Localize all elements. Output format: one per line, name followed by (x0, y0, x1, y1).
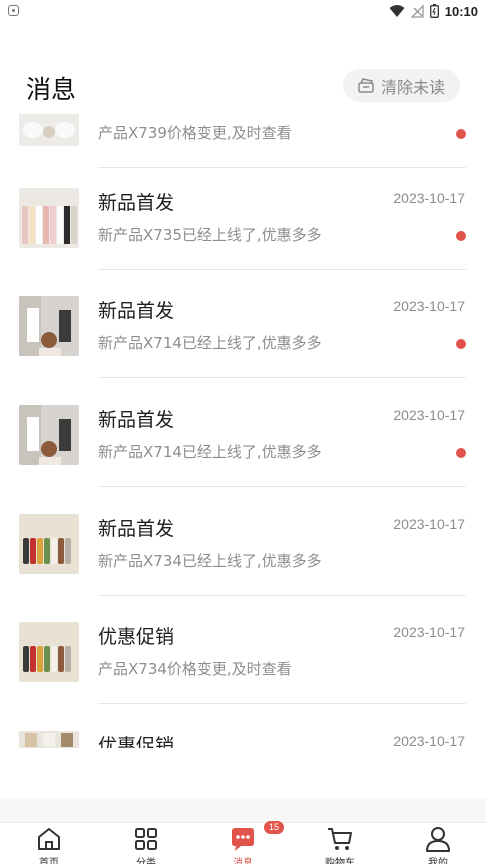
unread-dot (456, 339, 466, 349)
cart-icon (328, 828, 352, 850)
message-title: 新品首发 (98, 300, 175, 322)
message-desc: 产品X739价格变更,及时查看 (98, 124, 292, 142)
clear-unread-label: 清除未读 (381, 77, 446, 97)
message-title: 新品首发 (98, 192, 175, 214)
message-title: 新品首发 (98, 518, 175, 540)
status-icons: 10:10 (389, 3, 478, 19)
message-list[interactable]: 产品X739价格变更,及时查看 新品首发 2023-10-17 新产品X735已… (0, 114, 486, 748)
product-thumbnail (19, 188, 79, 248)
product-thumbnail (19, 405, 79, 465)
sock-image-icon (23, 538, 71, 564)
message-desc: 新产品X735已经上线了,优惠多多 (98, 226, 322, 244)
unread-dot (456, 129, 466, 139)
grid-icon (135, 828, 157, 850)
tab-profile[interactable]: 我的 (408, 823, 468, 864)
unread-dot (456, 448, 466, 458)
message-desc: 新产品X734已经上线了,优惠多多 (98, 552, 322, 570)
sock-image-icon (23, 122, 75, 138)
message-item[interactable]: 新品首发 2023-10-17 新产品X734已经上线了,优惠多多 (0, 514, 486, 622)
tab-home[interactable]: 首页 (19, 823, 79, 864)
message-item[interactable]: 新品首发 2023-10-17 新产品X714已经上线了,优惠多多 (0, 296, 486, 404)
message-item[interactable]: 产品X739价格变更,及时查看 (0, 114, 486, 194)
tab-label: 购物车 (325, 858, 355, 864)
message-item[interactable]: 新品首发 2023-10-17 新产品X714已经上线了,优惠多多 (0, 405, 486, 513)
message-date: 2023-10-17 (393, 407, 465, 423)
divider (98, 703, 466, 704)
message-desc: 产品X734价格变更,及时查看 (98, 660, 292, 678)
message-desc: 新产品X714已经上线了,优惠多多 (98, 443, 322, 461)
home-icon (38, 828, 60, 850)
bottom-tab-bar: 首页 分类 消息 15 购物车 我的 (0, 821, 486, 864)
clear-unread-button[interactable]: 清除未读 (343, 69, 460, 102)
sock-image-icon (22, 206, 77, 244)
divider (98, 486, 466, 487)
sock-image-icon (25, 733, 73, 747)
user-icon (426, 827, 450, 852)
message-date: 2023-10-17 (393, 624, 465, 640)
message-desc: 新产品X714已经上线了,优惠多多 (98, 334, 322, 352)
message-item[interactable]: 优惠促销 2023-10-17 产品X734价格变更,及时查看 (0, 622, 486, 730)
product-thumbnail (19, 514, 79, 574)
message-item[interactable]: 优惠促销 2023-10-17 (0, 731, 486, 748)
wifi-icon (389, 5, 405, 17)
sock-image-icon (19, 405, 71, 465)
status-bar: 10:10 (0, 0, 486, 22)
chat-icon (232, 828, 254, 851)
message-date: 2023-10-17 (393, 516, 465, 532)
divider (98, 595, 466, 596)
tab-label: 消息 (233, 858, 253, 864)
tab-cart[interactable]: 购物车 (310, 823, 370, 864)
header: 消息 清除未读 (0, 58, 486, 114)
tab-label: 首页 (39, 858, 59, 864)
eraser-icon (358, 77, 374, 93)
message-date: 2023-10-17 (393, 298, 465, 314)
divider (98, 269, 466, 270)
product-thumbnail (19, 731, 79, 748)
divider (98, 167, 466, 168)
signal-icon (410, 4, 424, 18)
message-title: 优惠促销 (98, 626, 175, 648)
message-title: 优惠促销 (98, 735, 175, 748)
sock-image-icon (23, 646, 71, 672)
list-footer-spacer (0, 798, 486, 824)
message-date: 2023-10-17 (393, 190, 465, 206)
page-title: 消息 (26, 75, 77, 104)
product-thumbnail (19, 622, 79, 682)
battery-icon (429, 4, 439, 18)
product-thumbnail (19, 296, 79, 356)
tab-label: 分类 (136, 858, 156, 864)
divider (98, 377, 466, 378)
product-thumbnail (19, 114, 79, 146)
tab-label: 我的 (428, 858, 448, 864)
message-date: 2023-10-17 (393, 733, 465, 748)
status-time: 10:10 (444, 3, 478, 19)
security-icon (8, 5, 19, 16)
tab-category[interactable]: 分类 (116, 823, 176, 864)
unread-count-badge: 15 (264, 821, 284, 834)
unread-dot (456, 231, 466, 241)
sock-image-icon (19, 296, 71, 356)
message-item[interactable]: 新品首发 2023-10-17 新产品X735已经上线了,优惠多多 (0, 188, 486, 296)
message-title: 新品首发 (98, 409, 175, 431)
